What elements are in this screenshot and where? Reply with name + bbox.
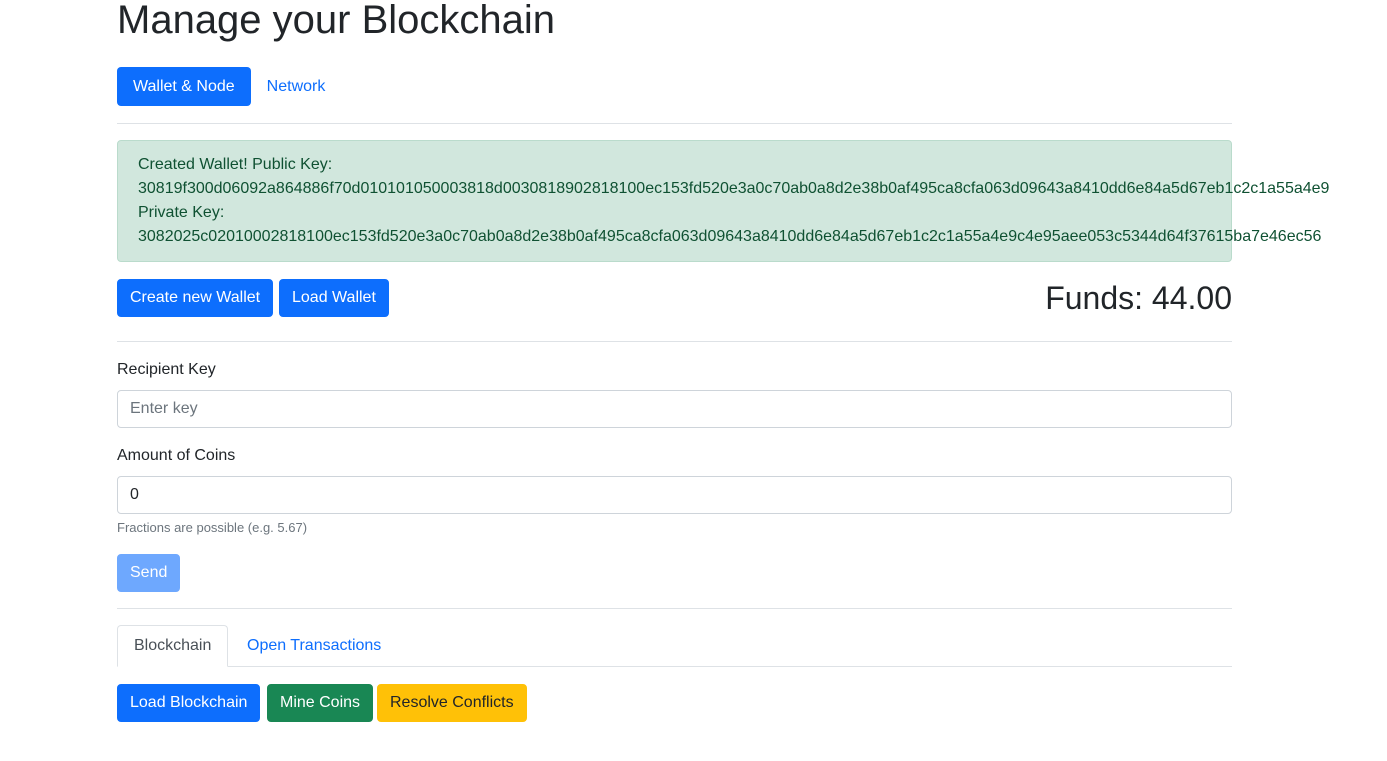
pill-wallet-node[interactable]: Wallet & Node — [117, 67, 251, 106]
page-title: Manage your Blockchain — [117, 0, 556, 42]
alert-public-key-label: Created Wallet! Public Key: — [138, 156, 333, 173]
wallet-created-alert: Created Wallet! Public Key: 30819f300d06… — [117, 140, 1330, 262]
alert-public-key-value: 30819f300d06092a864886f70d01010105000381… — [138, 180, 1330, 197]
divider — [117, 123, 1232, 124]
alert-private-key-label: Private Key: — [138, 204, 225, 221]
pill-network[interactable]: Network — [251, 67, 342, 106]
send-button[interactable]: Send — [117, 554, 181, 592]
amount-input[interactable]: 0 — [117, 476, 1232, 514]
mine-coins-button[interactable]: Mine Coins — [267, 684, 374, 722]
nav-pills: Wallet & Node Network — [117, 67, 341, 106]
recipient-key-input[interactable]: Enter key — [117, 390, 1232, 428]
content-tabs: Blockchain Open Transactions — [117, 625, 1232, 667]
alert-private-key-value: 3082025c02010002818100ec153fd520e3a0c70a… — [138, 228, 1322, 245]
funds-display: Funds: 44.00 — [1045, 280, 1232, 316]
divider — [117, 341, 1232, 342]
recipient-key-label: Recipient Key — [117, 361, 216, 378]
create-wallet-button[interactable]: Create new Wallet — [117, 279, 274, 317]
amount-label: Amount of Coins — [117, 447, 236, 464]
tab-open-transactions[interactable]: Open Transactions — [231, 625, 397, 667]
tab-blockchain[interactable]: Blockchain — [117, 625, 229, 667]
resolve-conflicts-button[interactable]: Resolve Conflicts — [377, 684, 527, 722]
divider — [117, 608, 1232, 609]
load-blockchain-button[interactable]: Load Blockchain — [117, 684, 261, 722]
load-wallet-button[interactable]: Load Wallet — [279, 279, 389, 317]
amount-help-text: Fractions are possible (e.g. 5.67) — [117, 520, 308, 535]
